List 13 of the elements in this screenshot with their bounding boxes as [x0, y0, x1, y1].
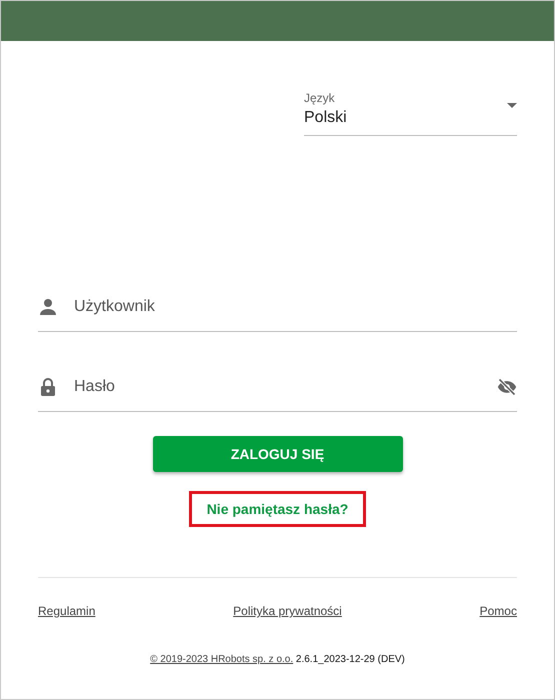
forgot-password-link[interactable]: Nie pamiętasz hasła?	[188, 491, 366, 527]
eye-off-icon[interactable]	[497, 377, 517, 397]
language-select[interactable]: Język Polski	[304, 91, 517, 136]
caret-icon	[507, 102, 517, 108]
password-field[interactable]: Hasło	[74, 378, 481, 396]
lock-icon	[38, 377, 58, 397]
footer-link[interactable]: Pomoc	[480, 604, 517, 618]
username-field[interactable]: Użytkownik	[74, 298, 517, 316]
footer-link[interactable]: Regulamin	[38, 604, 96, 618]
person-icon	[38, 297, 58, 317]
version-text: 2.6.1_2023-12-29 (DEV)	[296, 654, 405, 665]
footer-link[interactable]: Polityka prywatności	[233, 604, 342, 618]
copyright-link[interactable]: © 2019-2023 HRobots sp. z o.o.	[150, 654, 294, 665]
